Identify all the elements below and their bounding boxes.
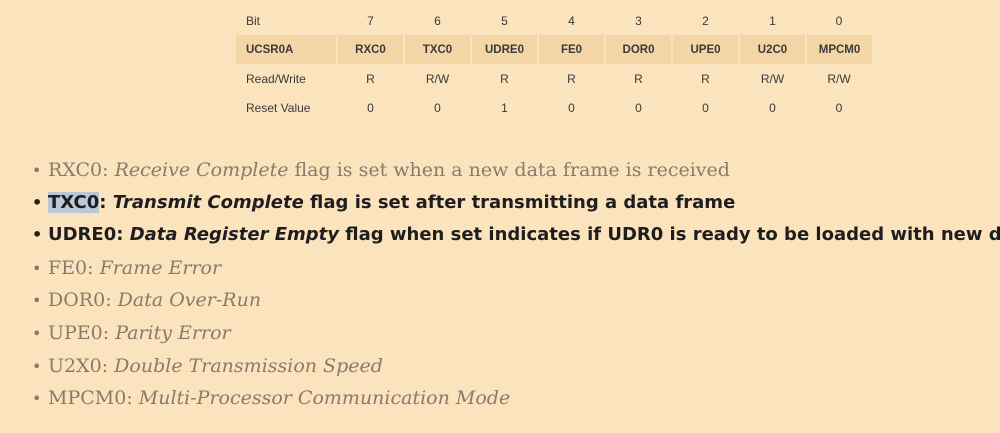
bullet-icon: • — [32, 161, 42, 180]
row-label: Bit — [246, 13, 261, 28]
separator: : — [87, 256, 100, 279]
separator: : — [105, 289, 118, 312]
bit-term: UDRE0 — [48, 224, 117, 246]
list-item-fe0: • FE0: Frame Error — [32, 252, 1000, 285]
bit-term: RXC0 — [48, 159, 103, 181]
reset-cell: 0 — [635, 100, 642, 115]
reset-cell: 1 — [501, 100, 508, 115]
bit-cell: 0 — [835, 13, 843, 28]
list-item-dor0: • DOR0: Data Over-Run — [32, 284, 1000, 317]
bullet-icon: • — [32, 192, 43, 212]
bullet-icon: • — [32, 291, 42, 311]
bullet-icon: • — [32, 258, 42, 278]
bit-term: UPE0 — [48, 321, 103, 344]
rw-cell: R/W — [425, 71, 450, 86]
bit-name-cell: UDRE0 — [470, 35, 538, 64]
bit-term: U2X0 — [48, 354, 102, 377]
bit-description: Frame Error — [99, 256, 222, 279]
bit-term: FE0 — [48, 256, 88, 279]
separator: : — [102, 321, 116, 344]
bullet-icon: • — [32, 323, 42, 343]
bit-description: Double Transmission Speed — [114, 354, 383, 377]
bit-description: Data Register Empty — [129, 224, 339, 246]
rw-cell: R/W — [827, 71, 851, 86]
bit-cell: 5 — [501, 13, 508, 28]
separator: : — [101, 354, 115, 377]
bullet-icon: • — [32, 389, 42, 409]
register-table: Bit 7 6 5 4 3 2 1 0 UCSR0A RXC0 TXC0 UDR… — [236, 6, 872, 122]
separator: : — [99, 191, 113, 213]
bit-cell: 4 — [568, 13, 575, 28]
rw-cell: R — [701, 71, 710, 86]
read-write-row: Read/Write R R/W R R R R R/W R/W — [236, 64, 872, 93]
bit-name-cell: MPCM0 — [805, 35, 872, 64]
list-item-u2x0: • U2X0: Double Transmission Speed — [32, 350, 1000, 383]
bit-name-cell: FE0 — [537, 35, 605, 64]
bit-name-cell: U2C0 — [738, 35, 806, 64]
bit-description: Transmit Complete — [112, 191, 304, 213]
rw-cell: R — [567, 71, 576, 86]
bit-description: Parity Error — [115, 321, 231, 344]
bit-description-list: • RXC0: Receive Complete flag is set when… — [32, 154, 1000, 415]
bit-name-cell: RXC0 — [336, 35, 404, 64]
list-item-rxc0: • RXC0: Receive Complete flag is set when… — [32, 154, 1000, 187]
bullet-icon: • — [32, 225, 43, 245]
rw-cell: R — [500, 71, 509, 86]
row-label: Read/Write — [246, 71, 306, 86]
bullet-icon: • — [32, 356, 42, 376]
bit-cell: 2 — [702, 13, 709, 28]
bit-note: flag is set after transmitting a data fr… — [303, 191, 736, 213]
register-name-row: UCSR0A RXC0 TXC0 UDRE0 FE0 DOR0 UPE0 U2C… — [236, 35, 872, 64]
bit-name-cell: DOR0 — [604, 35, 672, 64]
list-item-txc0: • TXC0: Transmit Complete flag is set aft… — [32, 187, 1000, 220]
bit-cell: 1 — [769, 13, 776, 28]
reset-value-row: Reset Value 0 0 1 0 0 0 0 0 — [236, 93, 872, 122]
bit-term: MPCM0 — [48, 387, 127, 410]
separator: : — [102, 159, 115, 181]
rw-cell: R — [366, 71, 375, 86]
bit-row: Bit 7 6 5 4 3 2 1 0 — [236, 6, 872, 35]
reset-cell: 0 — [434, 100, 441, 115]
list-item-udre0: • UDRE0: Data Register Empty flag when se… — [32, 219, 1000, 252]
rw-cell: R — [634, 71, 643, 86]
reset-cell: 0 — [835, 100, 843, 115]
reset-cell: 0 — [367, 100, 374, 115]
row-label: Reset Value — [246, 100, 311, 115]
bit-term: TXC0 — [48, 191, 100, 213]
separator: : — [116, 224, 130, 246]
bit-description: Receive Complete — [114, 159, 289, 181]
separator: : — [126, 387, 139, 410]
list-item-upe0: • UPE0: Parity Error — [32, 317, 1000, 350]
row-label: UCSR0A — [236, 35, 337, 64]
bit-cell: 7 — [367, 13, 374, 28]
bit-name-cell: TXC0 — [403, 35, 471, 64]
reset-cell: 0 — [769, 100, 776, 115]
bit-description: Data Over-Run — [117, 289, 262, 312]
bit-note: flag when set indicates if UDR0 is ready… — [339, 224, 1000, 246]
bit-name-cell: UPE0 — [671, 35, 739, 64]
bit-note: flag is set when a new data frame is rec… — [288, 159, 730, 181]
bit-cell: 6 — [434, 13, 441, 28]
list-item-mpcm0: • MPCM0: Multi-Processor Communication Mo… — [32, 382, 1000, 415]
bit-cell: 3 — [635, 13, 642, 28]
bit-description: Multi-Processor Communication Mode — [138, 387, 511, 410]
reset-cell: 0 — [702, 100, 709, 115]
reset-cell: 0 — [568, 100, 575, 115]
bit-term: DOR0 — [48, 289, 106, 312]
rw-cell: R/W — [760, 71, 785, 86]
